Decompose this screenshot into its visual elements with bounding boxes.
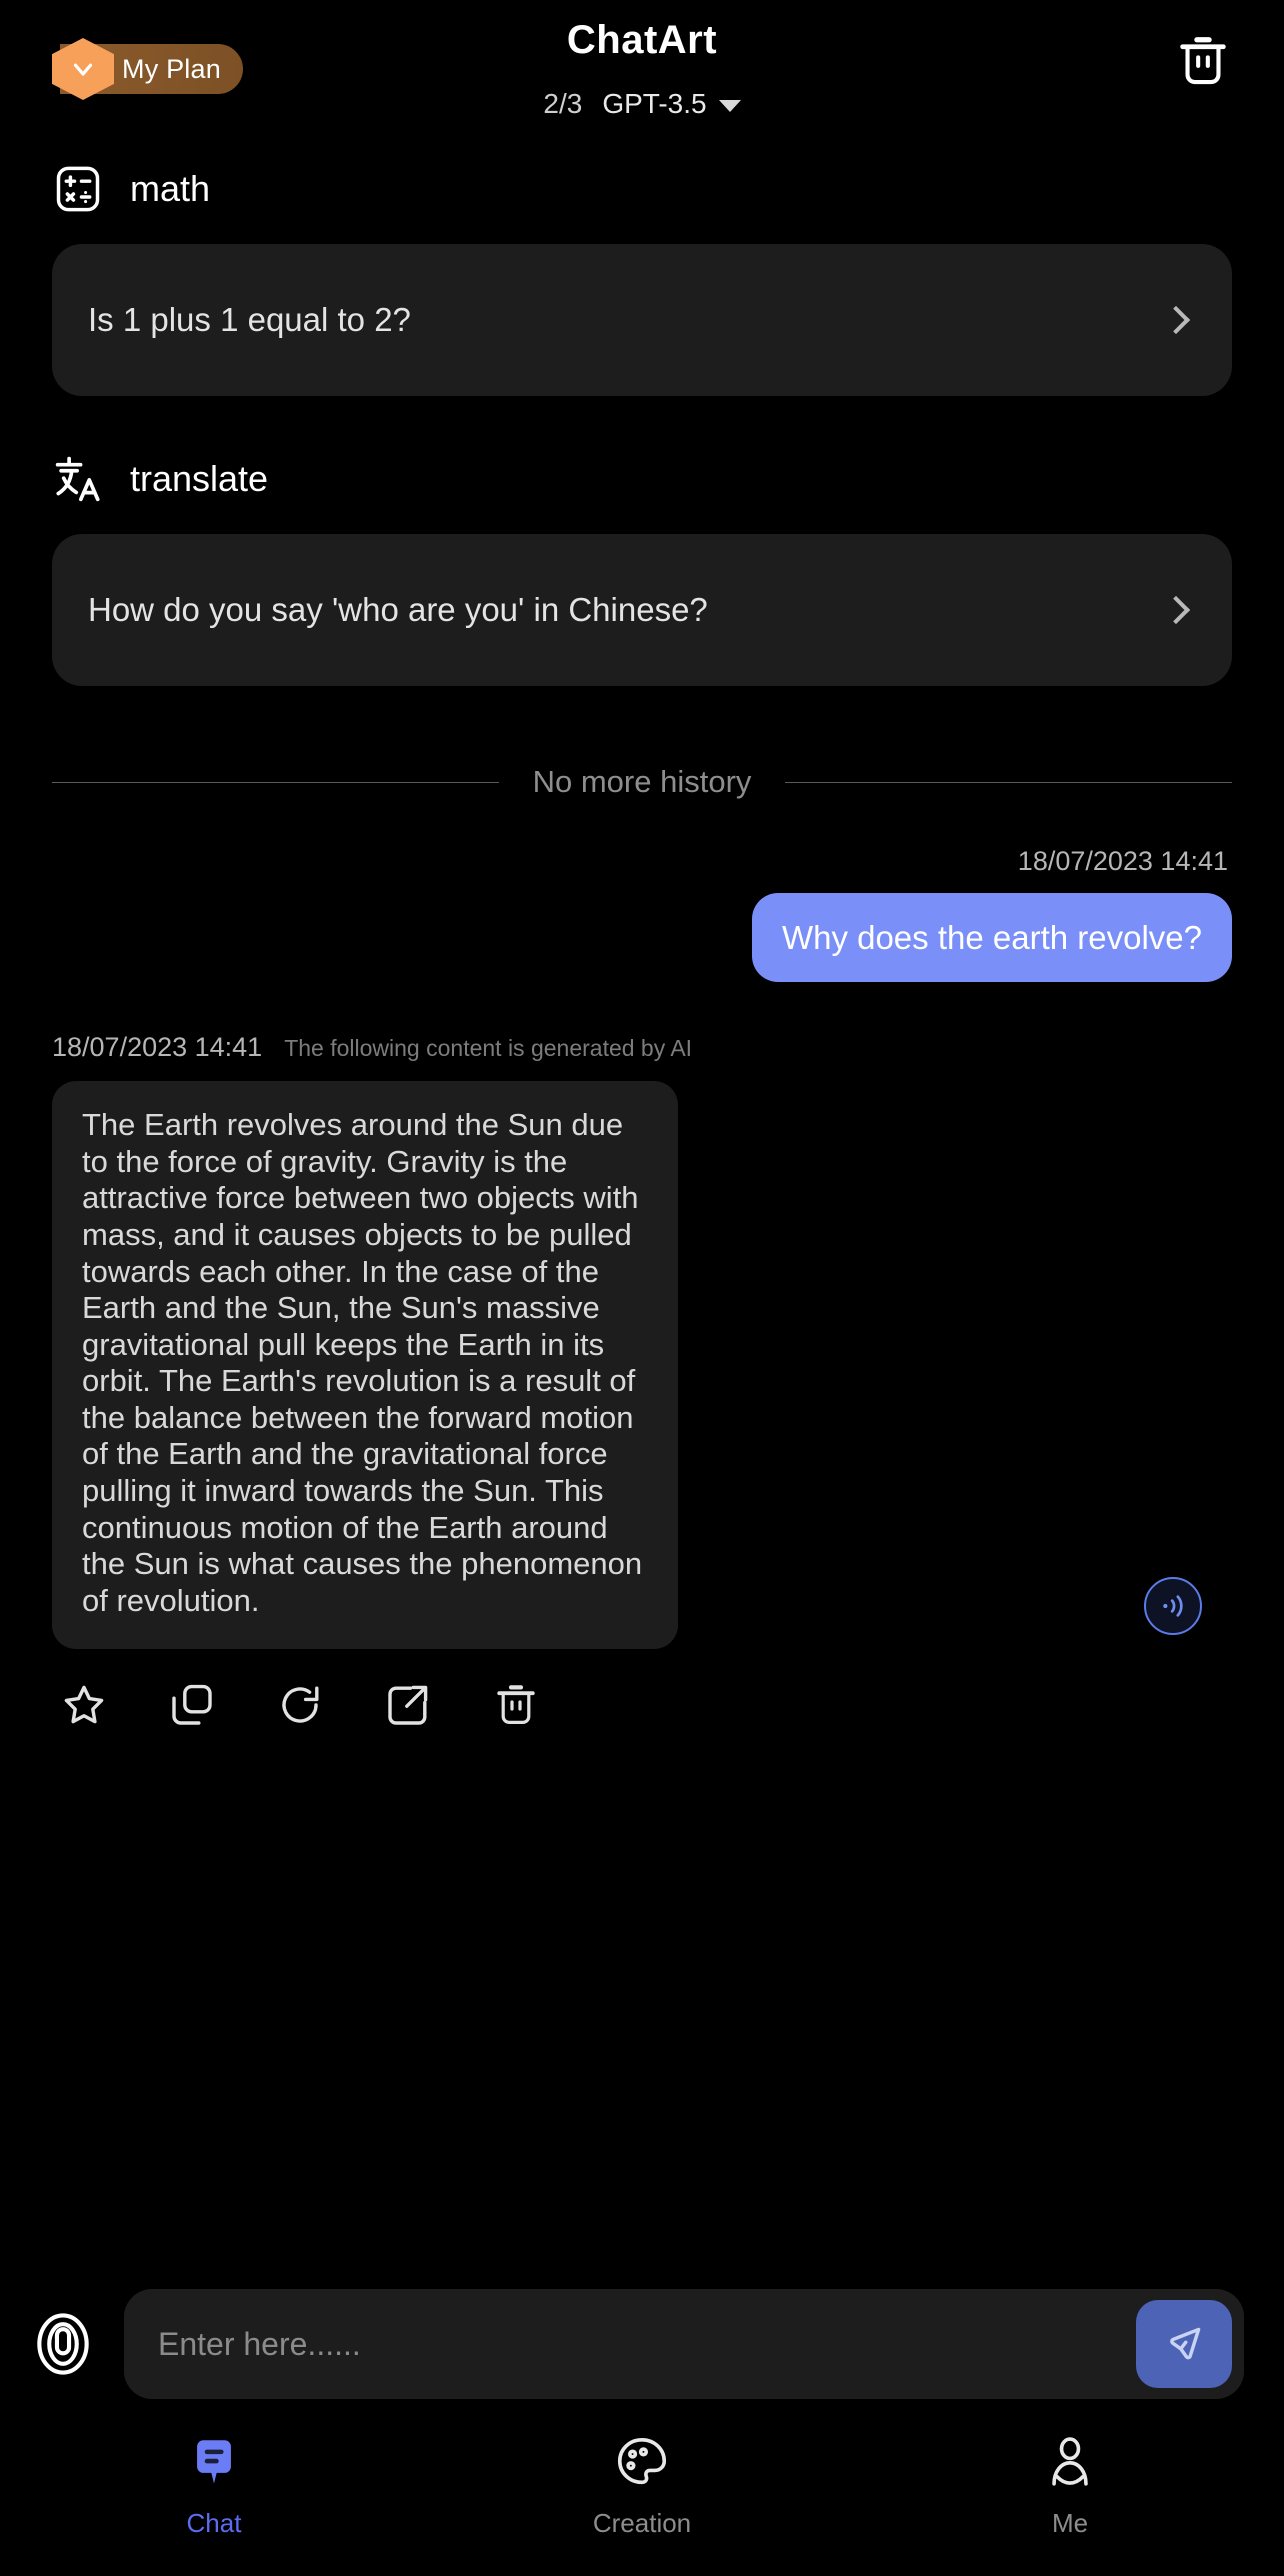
bottom-tab-bar: Chat Creation Me <box>0 2410 1284 2576</box>
app-header: My Plan ChatArt 2/3 GPT-3.5 <box>0 0 1284 148</box>
trash-icon <box>497 1685 535 1725</box>
regenerate-button[interactable] <box>276 1673 384 1737</box>
app-screen: My Plan ChatArt 2/3 GPT-3.5 math Is 1 pl… <box>0 0 1284 2576</box>
delete-message-button[interactable] <box>492 1673 600 1737</box>
message-input[interactable]: Enter here...... <box>158 2326 1136 2363</box>
calculator-icon <box>52 163 104 215</box>
share-button[interactable] <box>384 1673 492 1737</box>
send-paper-plane-icon <box>1170 2327 1201 2360</box>
chevron-right-icon <box>1161 305 1191 335</box>
microphone-icon <box>37 2313 89 2375</box>
tab-me[interactable]: Me <box>856 2434 1284 2539</box>
trash-icon <box>1180 37 1226 85</box>
tab-label-chat: Chat <box>186 2508 242 2538</box>
user-message-bubble[interactable]: Why does the earth revolve? <box>751 893 1232 983</box>
refresh-icon <box>282 1686 319 1723</box>
tab-chat[interactable]: Chat <box>0 2434 428 2539</box>
ai-disclaimer: The following content is generated by AI <box>284 1035 693 1062</box>
voice-input-button[interactable] <box>30 2311 96 2377</box>
no-more-history-divider: No more history <box>52 764 1233 800</box>
suggestion-question: Is 1 plus 1 equal to 2? <box>88 301 411 338</box>
tab-creation[interactable]: Creation <box>428 2434 856 2539</box>
chat-bubble-icon-svg <box>197 2440 231 2484</box>
suggestion-section-label: math <box>130 168 211 209</box>
divider-line-left <box>52 781 499 783</box>
chat-bubble-icon <box>185 2434 243 2492</box>
model-selector[interactable]: 2/3 GPT-3.5 <box>0 88 1284 120</box>
send-button[interactable] <box>1136 2300 1232 2388</box>
read-aloud-button[interactable] <box>1144 1577 1202 1636</box>
suggestion-section-label: translate <box>130 458 269 499</box>
speaker-wave-icon <box>1163 1595 1183 1618</box>
suggestion-question: How do you say 'who are you' in Chinese? <box>88 591 708 628</box>
copy-button[interactable] <box>168 1673 276 1737</box>
suggestion-card-translate[interactable]: How do you say 'who are you' in Chinese? <box>52 534 1232 686</box>
chevron-right-icon <box>1161 595 1191 625</box>
ai-message-actions <box>52 1673 1232 1737</box>
message-count: 2/3 <box>543 88 583 119</box>
suggestion-section-math: math <box>52 158 1232 220</box>
chat-scroll-area[interactable]: math Is 1 plus 1 equal to 2? translate H… <box>0 148 1284 2278</box>
ai-message-meta: 18/07/2023 14:41 The following content i… <box>52 1032 1232 1063</box>
ai-message-timestamp: 18/07/2023 14:41 <box>52 1032 263 1063</box>
composer-bar: Enter here...... <box>0 2278 1284 2410</box>
copy-icon <box>172 1685 212 1726</box>
ai-message-wrap: The Earth revolves around the Sun due to… <box>52 1081 1232 1650</box>
page-title: ChatArt <box>566 18 718 62</box>
star-icon <box>64 1686 104 1724</box>
ai-message-bubble[interactable]: The Earth revolves around the Sun due to… <box>52 1081 678 1650</box>
tab-label-creation: Creation <box>592 2508 692 2538</box>
model-name: GPT-3.5 <box>602 88 707 119</box>
favorite-button[interactable] <box>60 1673 168 1737</box>
user-message-timestamp: 18/07/2023 14:41 <box>1017 846 1228 876</box>
suggestion-section-translate: translate <box>52 448 1232 510</box>
no-more-history-label: No more history <box>532 764 752 799</box>
clear-chat-button[interactable] <box>1174 32 1232 90</box>
translate-icon <box>52 453 104 505</box>
share-icon <box>388 1686 428 1726</box>
user-message-row: Why does the earth revolve? <box>52 893 1232 983</box>
chevron-down-icon <box>718 100 741 112</box>
palette-icon <box>613 2434 671 2492</box>
tab-label-me: Me <box>1051 2508 1089 2538</box>
message-input-wrap[interactable]: Enter here...... <box>124 2289 1244 2399</box>
divider-line-right <box>785 781 1233 783</box>
person-icon <box>1041 2434 1099 2492</box>
suggestion-card-math[interactable]: Is 1 plus 1 equal to 2? <box>52 244 1232 396</box>
